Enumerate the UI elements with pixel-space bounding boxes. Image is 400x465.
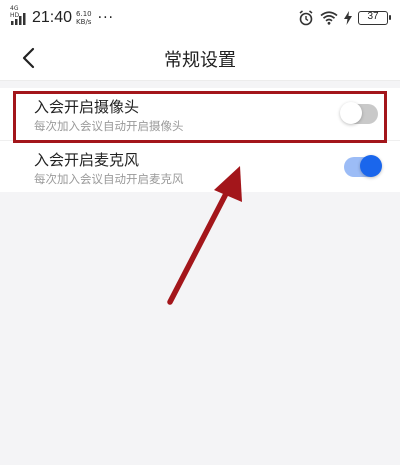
alarm-clock-icon (299, 10, 313, 26)
settings-list: 入会开启摄像头 每次加入会议自动开启摄像头 入会开启麦克风 每次加入会议自动开启… (0, 88, 400, 192)
setting-description: 每次加入会议自动开启摄像头 (34, 119, 184, 133)
toggle-knob (360, 155, 382, 177)
microphone-toggle[interactable] (344, 155, 382, 177)
setting-title: 入会开启摄像头 (34, 98, 140, 116)
page-title: 常规设置 (164, 50, 236, 71)
wifi-icon (320, 11, 338, 25)
signal-label: 4G HD (10, 5, 20, 19)
camera-toggle[interactable] (340, 102, 378, 124)
network-speed-unit: KB/s (76, 18, 92, 26)
network-speed-value: 6.10 (76, 10, 92, 18)
setting-description: 每次加入会议自动开启麦克风 (34, 172, 184, 186)
toggle-knob (340, 102, 362, 124)
battery-icon: 37 (358, 11, 391, 25)
cellular-signal-icon: 4G HD (10, 5, 28, 25)
nav-bar: 常规设置 (0, 36, 400, 81)
setting-row-camera[interactable]: 入会开启摄像头 每次加入会议自动开启摄像头 (0, 88, 400, 140)
more-notifications-icon: ··· (97, 10, 114, 26)
setting-title: 入会开启麦克风 (34, 151, 140, 169)
status-time: 21:40 (32, 9, 73, 26)
charging-bolt-icon (344, 11, 352, 25)
status-bar-right: 37 (292, 8, 391, 28)
setting-row-microphone[interactable]: 入会开启麦克风 每次加入会议自动开启麦克风 (0, 140, 400, 192)
network-speed: 6.10 KB/s (76, 10, 92, 26)
status-bar: 4G HD 21:40 6.10 KB/s ··· 37 (0, 0, 400, 36)
status-bar-left: 4G HD 21:40 6.10 KB/s ··· (10, 5, 114, 28)
battery-level: 37 (367, 11, 379, 22)
